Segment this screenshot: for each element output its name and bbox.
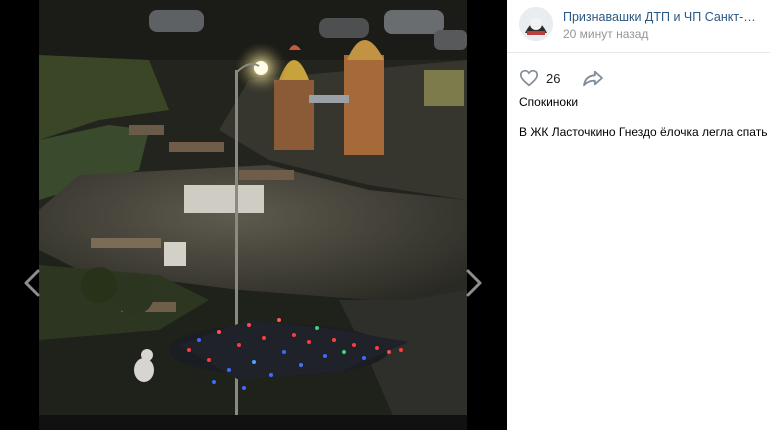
post-photo[interactable] (39, 0, 467, 430)
group-logo-icon (519, 7, 553, 41)
post-sidebar: Признавашки ДТП и ЧП Санкт-Петербург 20 … (507, 0, 770, 430)
chevron-left-icon[interactable] (22, 268, 44, 298)
like-button[interactable]: 26 (519, 69, 560, 87)
author-name: Спокиноки (519, 95, 579, 109)
group-avatar[interactable] (519, 7, 553, 41)
post-header: Признавашки ДТП и ЧП Санкт-Петербург 20 … (507, 0, 770, 53)
heart-icon (519, 69, 539, 87)
chevron-right-icon[interactable] (462, 268, 484, 298)
like-count: 26 (546, 70, 561, 86)
share-button[interactable] (582, 69, 604, 87)
post-text: В ЖК Ласточкино Гнездо ёлочка легла спат… (519, 125, 768, 139)
post-actions: 26 (519, 67, 604, 89)
photo-viewer: Признавашки ДТП и ЧП Санкт-Петербург 20 … (0, 0, 770, 430)
share-icon (583, 70, 604, 87)
photo-pane (0, 0, 507, 430)
group-name-link[interactable]: Признавашки ДТП и ЧП Санкт-Петербург (563, 10, 763, 24)
post-time[interactable]: 20 минут назад (563, 27, 648, 41)
